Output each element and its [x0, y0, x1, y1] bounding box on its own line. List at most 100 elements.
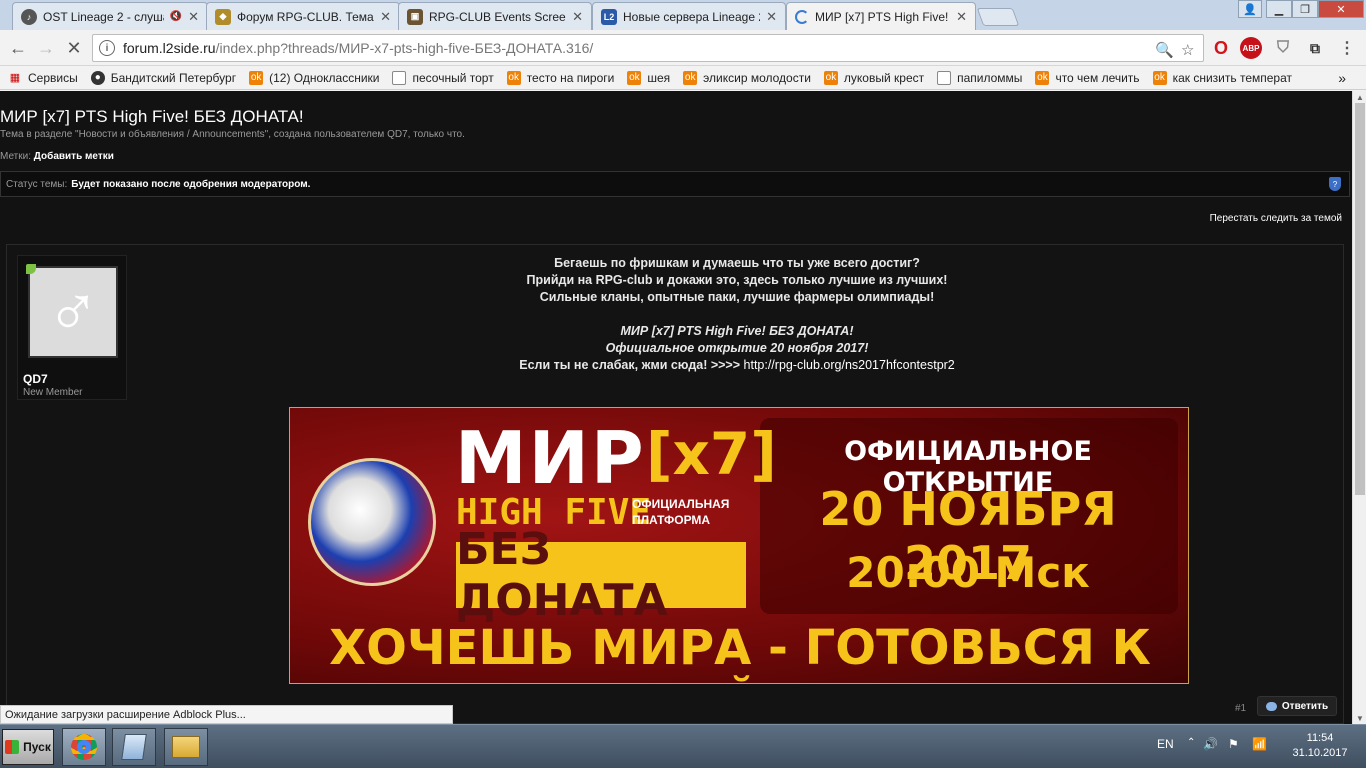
page-scrollbar[interactable]: ▲ ▼ [1352, 91, 1366, 724]
start-button[interactable]: Пуск [2, 729, 54, 765]
add-tags-link[interactable]: Добавить метки [34, 151, 114, 162]
tray-expand-icon[interactable]: ⌃ [1187, 737, 1195, 748]
post-line: МИР [x7] PTS High Five! БЕЗ ДОНАТА! [620, 324, 854, 338]
volume-icon[interactable]: 🔊 [1203, 737, 1218, 751]
windows-taskbar: Пуск EN ⌃ 🔊 ⚑ 📶 11:54 31.10.2017 [0, 724, 1366, 768]
thread-description: Тема в разделе "Новости и объявления / A… [0, 129, 465, 140]
new-tab-button[interactable] [976, 8, 1020, 26]
back-button[interactable]: ← [6, 36, 30, 60]
bookmark-apps[interactable]: ▦ Сервисы [8, 71, 78, 85]
page-content: МИР [x7] PTS High Five! БЕЗ ДОНАТА! Тема… [0, 91, 1352, 724]
tab-ost-lineage[interactable]: ♪ OST Lineage 2 - слушать 🔇 ✕ [12, 2, 208, 30]
bookmark-label: шея [647, 70, 671, 85]
zoom-icon[interactable]: 🔍 [1155, 41, 1174, 59]
bookmark-star-icon[interactable]: ☆ [1181, 41, 1194, 59]
banner-time: 20:00 Мск [846, 548, 1090, 597]
post-line: Сильные кланы, опытные паки, лучшие фарм… [539, 290, 935, 304]
bookmark-label: песочный торт [412, 70, 494, 85]
close-icon[interactable]: ✕ [956, 9, 967, 25]
author-name[interactable]: QD7 [23, 372, 48, 386]
bookmark-label: эликсир молодости [703, 70, 811, 85]
maximize-button[interactable]: ❐ [1292, 0, 1318, 18]
taskbar-explorer[interactable] [164, 728, 208, 766]
tab-active-thread[interactable]: МИР [x7] PTS High Five! БЕ ✕ [786, 2, 976, 30]
bookmark-item[interactable]: папиломмы [937, 70, 1022, 85]
tab-title: OST Lineage 2 - слушать [43, 9, 164, 24]
language-indicator[interactable]: EN [1157, 737, 1174, 751]
author-card: ♂ QD7 New Member [17, 255, 127, 400]
menu-icon[interactable]: ⋮ [1336, 37, 1358, 59]
tab-title: Форум RPG-CLUB. Тема: М [237, 9, 375, 24]
odnoklassniki-icon: ok [683, 70, 698, 85]
profile-icon[interactable]: 👤 [1238, 0, 1262, 18]
post-number[interactable]: #1 [1235, 703, 1246, 714]
post-link[interactable]: http://rpg-club.org/ns2017hfcontestpr2 [744, 358, 955, 372]
window-close-button[interactable]: ✕ [1318, 0, 1364, 18]
close-icon[interactable]: ✕ [380, 9, 391, 25]
browser-chrome: ♪ OST Lineage 2 - слушать 🔇 ✕ ◆ Форум RP… [0, 0, 1366, 91]
opera-icon[interactable]: O [1210, 37, 1232, 59]
thread-status: Статус темы: Будет показано после одобре… [0, 171, 1350, 197]
loading-spinner-icon [795, 9, 809, 24]
banner-mir: МИР [455, 416, 646, 500]
bookmark-item[interactable]: ok шея [627, 70, 671, 85]
scrollbar-thumb[interactable] [1355, 103, 1365, 495]
bookmark-label: что чем лечить [1055, 70, 1140, 85]
folder-icon [172, 736, 200, 758]
avatar-icon: ● [90, 70, 105, 85]
bookmark-item[interactable]: ok луковый крест [823, 70, 924, 85]
tab-title: RPG-CLUB Events Screensh [429, 9, 566, 24]
bookmark-label: тесто на пироги [526, 70, 615, 85]
promo-banner[interactable]: МИР [x7] HIGH FIVE ОФИЦИАЛЬНАЯ ПЛАТФОРМА … [289, 407, 1189, 684]
reply-button[interactable]: Ответить [1257, 696, 1337, 716]
bookmark-item[interactable]: ok тесто на пироги [506, 70, 615, 85]
post-line: Официальное открытие 20 ноября 2017! [605, 341, 869, 355]
bookmarks-overflow-button[interactable]: » [1338, 70, 1346, 86]
odnoklassniki-icon: ok [823, 70, 838, 85]
scroll-up-icon[interactable]: ▲ [1353, 91, 1366, 103]
tray-app-icon[interactable]: ⚑ [1228, 737, 1239, 751]
network-icon[interactable]: 📶 [1252, 737, 1267, 751]
bookmark-item[interactable]: ok (12) Одноклассники [249, 70, 379, 85]
taskbar-notepad[interactable] [112, 728, 156, 766]
forward-button[interactable]: → [34, 36, 58, 60]
close-icon[interactable]: ✕ [572, 9, 583, 25]
unwatch-thread-link[interactable]: Перестать следить за темой [1210, 213, 1342, 224]
minimize-button[interactable]: ▁ [1266, 0, 1292, 18]
bookmark-item[interactable]: ok эликсир молодости [683, 70, 811, 85]
adblock-icon[interactable]: ABP [1240, 37, 1262, 59]
author-role: New Member [23, 387, 83, 398]
page-icon [392, 70, 407, 85]
bookmark-item[interactable]: ok как снизить температ [1152, 70, 1292, 85]
bookmark-item[interactable]: ok что чем лечить [1035, 70, 1140, 85]
tab-new-servers[interactable]: L2 Новые сервера Lineage 2 ✕ [592, 2, 786, 30]
url-path: /index.php?threads/МИР-x7-pts-high-five-… [215, 40, 594, 56]
muted-icon[interactable]: 🔇 [170, 11, 182, 22]
info-icon[interactable]: i [99, 40, 115, 56]
bookmark-label: Сервисы [28, 70, 78, 85]
tab-forum-rpg-club[interactable]: ◆ Форум RPG-CLUB. Тема: М ✕ [206, 2, 400, 30]
post-message: ♂ QD7 New Member Бегаешь по фришкам и ду… [6, 244, 1344, 724]
scroll-down-icon[interactable]: ▼ [1353, 712, 1366, 724]
close-icon[interactable]: ✕ [766, 9, 777, 25]
tab-events-screenshots[interactable]: ▣ RPG-CLUB Events Screensh ✕ [398, 2, 592, 30]
taskbar-chrome[interactable] [62, 728, 106, 766]
extension-icon[interactable]: ⧉ [1304, 37, 1326, 59]
banner-rate: [x7] [646, 420, 777, 488]
bookmark-label: Бандитский Петербург [110, 70, 237, 85]
address-bar[interactable]: i forum.l2side.ru/index.php?threads/МИР-… [92, 34, 1204, 62]
avatar[interactable]: ♂ [28, 266, 118, 358]
system-clock[interactable]: 11:54 31.10.2017 [1280, 731, 1360, 761]
shield-extension-icon[interactable]: ⛉ [1272, 37, 1294, 59]
post-line: Прийди на RPG-club и докажи это, здесь т… [526, 273, 948, 287]
clock-time: 11:54 [1306, 732, 1334, 744]
speech-bubble-icon [1265, 701, 1277, 711]
post-cta-text: Если ты не слабак, жми сюда! >>>> [519, 358, 744, 372]
tags-label: Метки: [0, 151, 31, 162]
thread-title: МИР [x7] PTS High Five! БЕЗ ДОНАТА! [0, 107, 304, 126]
close-icon[interactable]: ✕ [188, 9, 199, 25]
stop-loading-button[interactable]: ✕ [62, 36, 86, 60]
bookmark-item[interactable]: ● Бандитский Петербург [90, 70, 237, 85]
post-body: Бегаешь по фришкам и думаешь что ты уже … [137, 255, 1337, 374]
bookmark-item[interactable]: песочный торт [392, 70, 494, 85]
